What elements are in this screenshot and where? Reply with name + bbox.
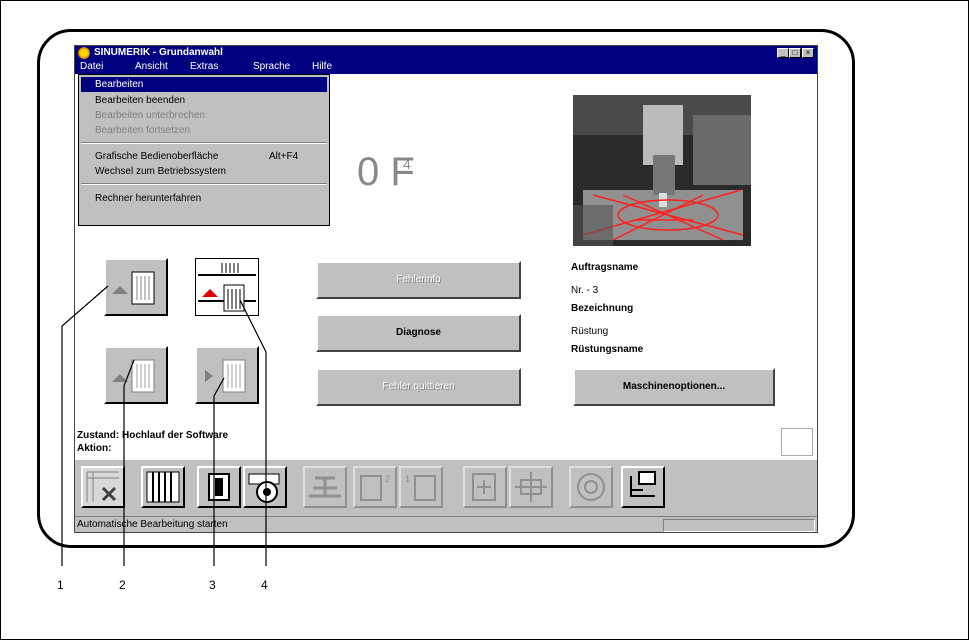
menu-item-bearbeiten[interactable]: Bearbeiten	[81, 77, 327, 92]
menu-item-rechner-herunterfahren[interactable]: Rechner herunterfahren	[81, 191, 327, 206]
menu-separator	[81, 142, 327, 144]
callout-line-1	[61, 285, 109, 566]
menu-item-bearbeiten-beenden[interactable]: Bearbeiten beenden	[81, 93, 327, 108]
menu-item-bearbeiten-fortsetzen[interactable]: Bearbeiten fortsetzen	[81, 123, 327, 138]
callout-3: 3	[209, 578, 216, 592]
menu-item-label: Grafische Bedienoberfläche	[95, 151, 219, 162]
callout-1: 1	[57, 578, 64, 592]
callout-2: 2	[119, 578, 126, 592]
menu-item-shortcut: Alt+F4	[269, 151, 299, 162]
menu-separator	[81, 183, 327, 185]
menu-item-wechsel-betriebssystem[interactable]: Wechsel zum Betriebssystem	[81, 164, 327, 179]
callout-4: 4	[261, 578, 268, 592]
callout-line-2	[123, 359, 135, 566]
menu-item-bearbeiten-unterbrechen[interactable]: Bearbeiten unterbrechen	[81, 108, 327, 123]
callout-line-4	[239, 299, 267, 566]
menu-item-grafische-oberflaeche[interactable]: Grafische Bedienoberfläche Alt+F4	[81, 149, 327, 164]
callout-line-3	[213, 377, 225, 566]
file-menu-dropdown: Bearbeiten Bearbeiten beenden Bearbeiten…	[78, 74, 330, 226]
